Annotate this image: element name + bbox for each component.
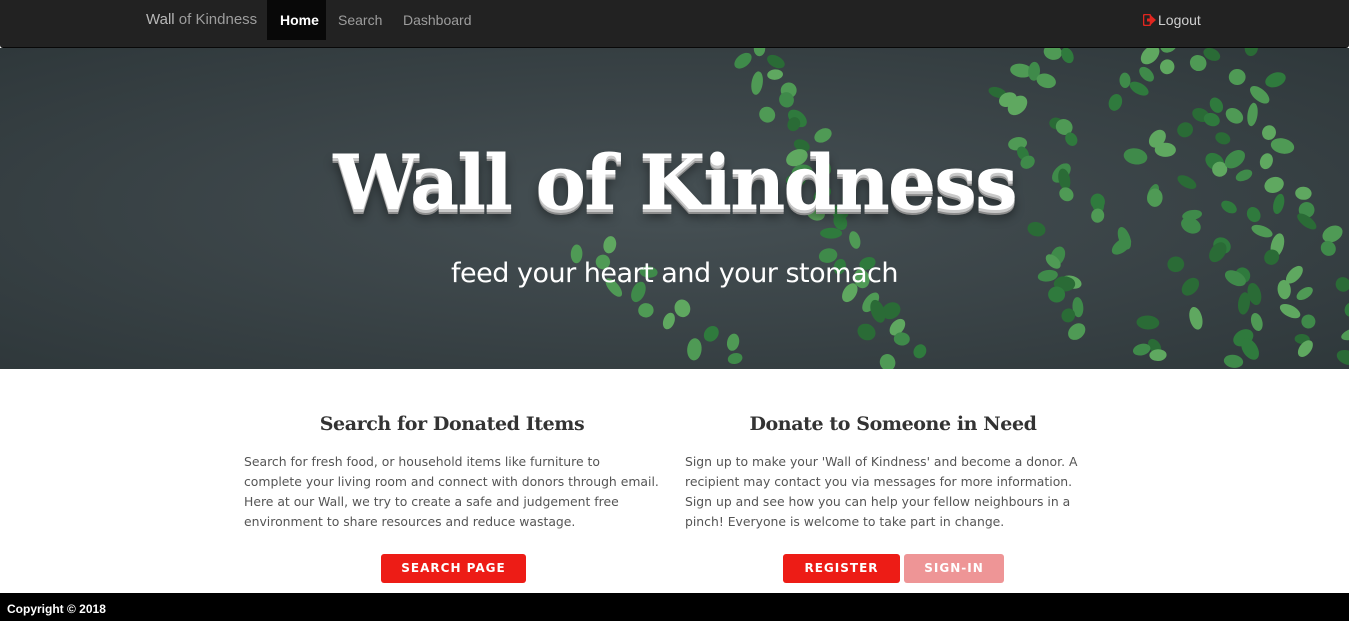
nav-dashboard[interactable]: Dashboard [390,0,485,40]
search-section-text: Search for fresh food, or household item… [244,454,659,529]
nav-home[interactable]: Home [267,0,326,40]
donate-section-text: Sign up to make your 'Wall of Kindness' … [685,454,1078,529]
brand-link[interactable]: Wall of Kindness [146,0,257,40]
hero-title: Wall of Kindness [333,138,1018,227]
hero-subtitle: feed your heart and your stomach [451,258,898,289]
donate-section: Donate to Someone in Need Sign up to mak… [685,409,1101,532]
hero-banner: Wall of Kindness feed your heart and you… [0,48,1349,369]
footer: Copyright © 2018 [0,593,1349,621]
donate-section-heading: Donate to Someone in Need [749,413,1037,435]
search-page-button[interactable]: SEARCH PAGE [381,554,526,583]
logout-label: Logout [1158,12,1201,28]
top-navbar: Wall of Kindness Home Search Dashboard L… [0,0,1349,48]
sign-out-icon [1142,1,1156,41]
copyright-text: Copyright © 2018 [7,602,106,616]
register-button[interactable]: REGISTER [783,554,900,583]
nav-search[interactable]: Search [325,0,395,40]
ivy-leaf [820,227,843,239]
search-section: Search for Donated Items Search for fres… [244,409,660,532]
brand-main-text: Wall [146,11,175,28]
logout-link[interactable]: Logout [1142,0,1201,41]
sign-in-button[interactable]: SIGN-IN [904,554,1004,583]
brand-rest-text: of Kindness [174,11,258,28]
search-section-heading: Search for Donated Items [319,413,585,435]
